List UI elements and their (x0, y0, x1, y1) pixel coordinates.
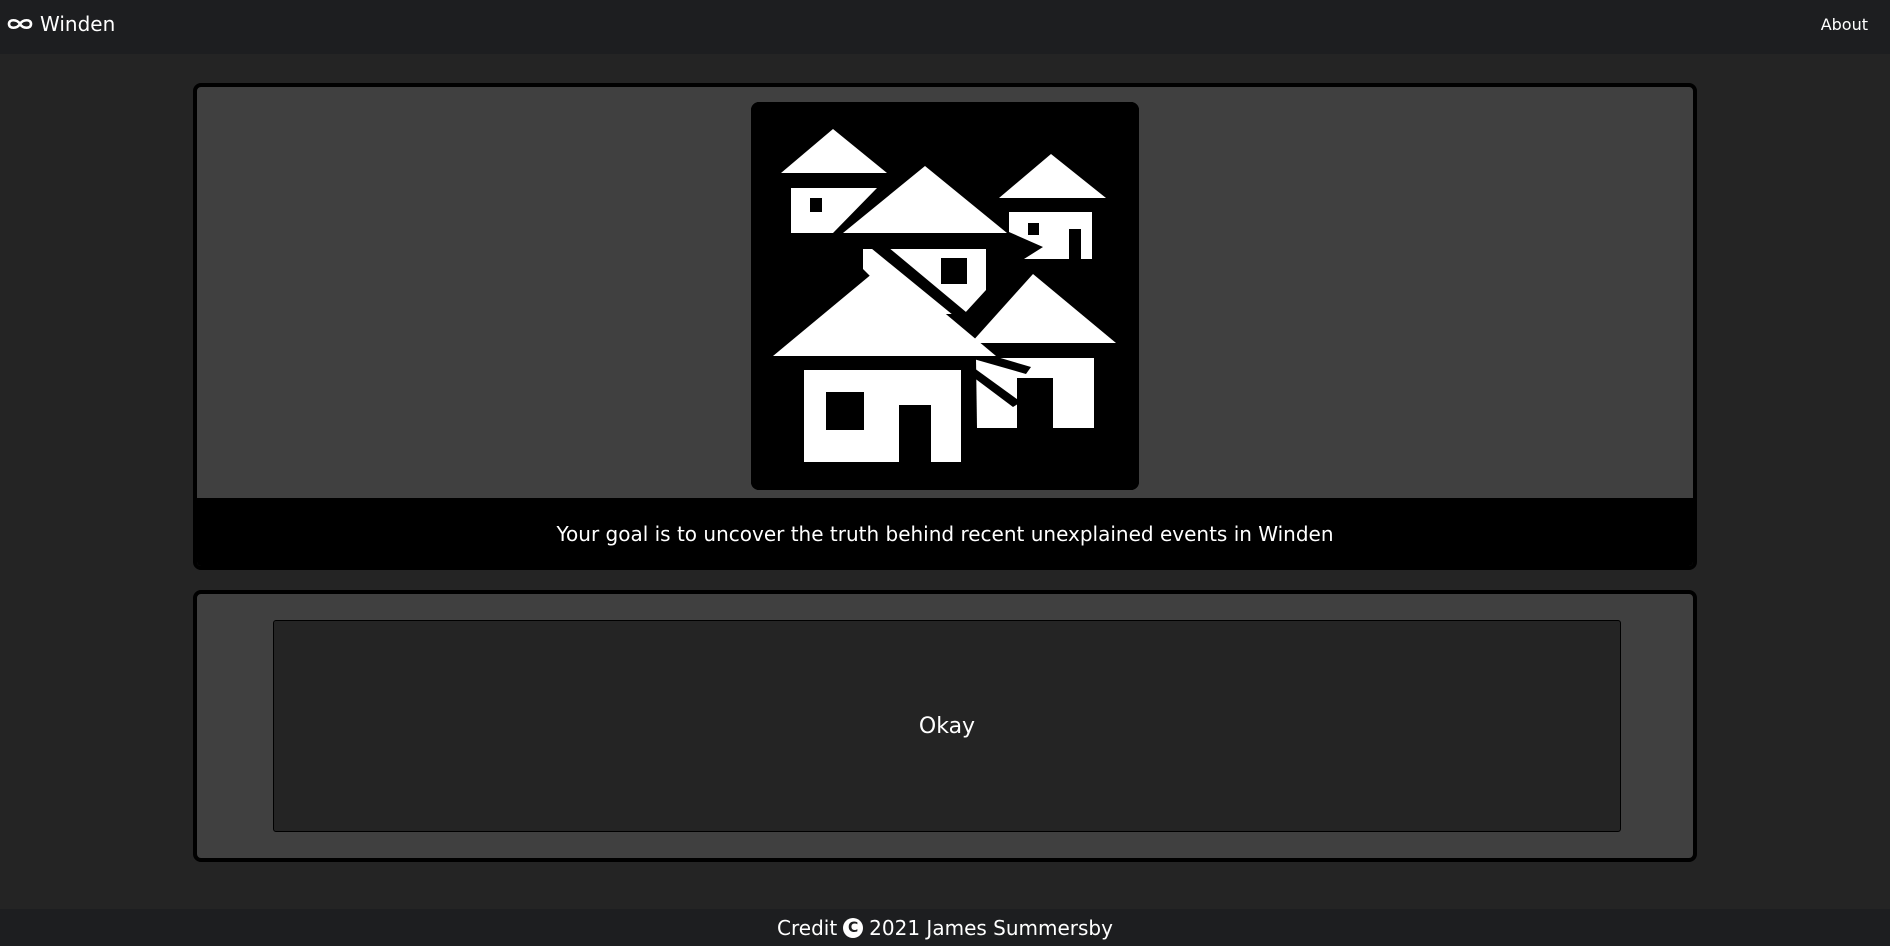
story-image (751, 102, 1139, 490)
footer: Credit C 2021 James Summersby (0, 909, 1890, 946)
brand-link[interactable]: Winden (6, 12, 115, 36)
about-link[interactable]: About (1821, 15, 1868, 34)
credit-text: 2021 James Summersby (869, 915, 1113, 940)
story-card: Your goal is to uncover the truth behind… (193, 83, 1697, 570)
choices-card: Okay (193, 590, 1697, 862)
infinity-icon (6, 16, 34, 32)
credit-label: Credit (777, 915, 838, 940)
village-houses-icon (751, 102, 1139, 490)
okay-button[interactable]: Okay (273, 620, 1621, 832)
top-navbar: Winden About (0, 0, 1890, 54)
copyright-icon: C (843, 917, 864, 938)
story-caption: Your goal is to uncover the truth behind… (197, 498, 1693, 566)
brand-label: Winden (40, 12, 116, 36)
